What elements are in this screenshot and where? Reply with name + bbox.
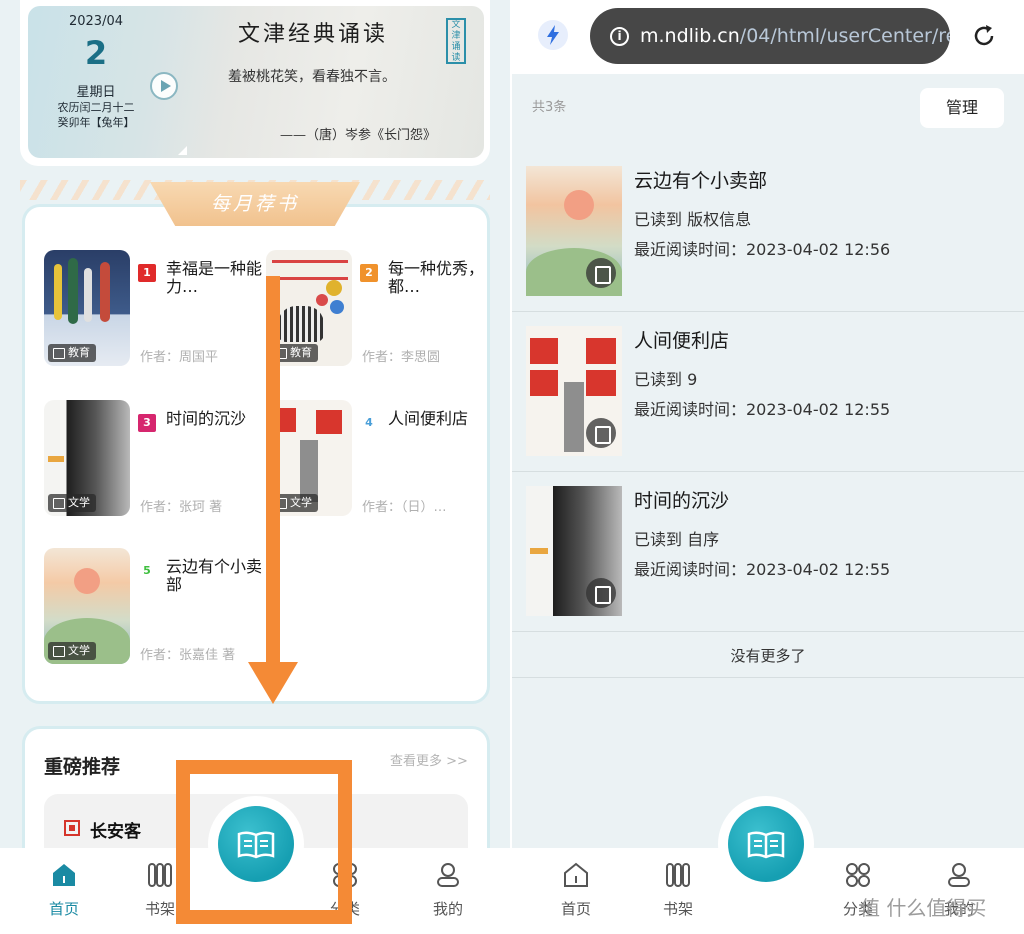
monthly-recommend-title: 每月荐书 bbox=[210, 193, 299, 215]
book-title[interactable]: 人间便利店 bbox=[388, 410, 484, 428]
category-tag: 教育 bbox=[48, 344, 96, 362]
rank-badge: 2 bbox=[360, 264, 378, 282]
rank-badge: 4 bbox=[360, 414, 378, 432]
corner-fold-icon bbox=[178, 146, 187, 155]
book-card[interactable]: 教育 2 每一种优秀，都… 作者：李思圆 bbox=[266, 250, 486, 380]
url-host: m.ndlib.cn bbox=[640, 25, 740, 47]
book-card[interactable]: 文学 3 时间的沉沙 作者：张珂 著 bbox=[44, 400, 264, 530]
nav-label: 我的 bbox=[432, 900, 463, 918]
book-cover[interactable]: 教育 bbox=[44, 250, 130, 366]
history-row[interactable]: 人间便利店 已读到 9 最近阅读时间：2023-04-02 12:55 bbox=[512, 314, 1024, 472]
book-title[interactable]: 每一种优秀，都… bbox=[388, 260, 484, 296]
book-card[interactable]: 文学 4 人间便利店 作者：（日）… bbox=[266, 400, 486, 530]
history-time: 最近阅读时间：2023-04-02 12:56 bbox=[634, 240, 891, 259]
home-icon bbox=[564, 862, 588, 887]
book-author: 作者：张珂 著 bbox=[140, 500, 223, 515]
history-time: 最近阅读时间：2023-04-02 12:55 bbox=[634, 400, 891, 419]
profile-icon bbox=[948, 863, 970, 887]
rank-badge: 3 bbox=[138, 414, 156, 432]
date-year-month: 2023/04 bbox=[68, 14, 123, 29]
book-author: 作者：李思圆 bbox=[362, 350, 441, 365]
nav-profile[interactable]: 我的 bbox=[413, 862, 483, 919]
daily-quote-source: ——（唐）岑参《长门怨》 bbox=[280, 128, 437, 143]
date-weekday: 星期日 bbox=[76, 85, 116, 100]
total-count: 共3条 bbox=[532, 100, 567, 115]
bookshelf-icon bbox=[666, 863, 690, 887]
featured-title: 重磅推荐 bbox=[44, 756, 121, 778]
rank-badge: 1 bbox=[138, 264, 156, 282]
rank-badge: 5 bbox=[138, 562, 156, 580]
daily-reading-card[interactable]: 2023/04 2 星期日 农历闰二月十二 癸卯年【兔年】 文津经典诵读 文津诵… bbox=[20, 0, 490, 166]
nav-home[interactable]: 首页 bbox=[541, 862, 611, 919]
reading-fab-button[interactable] bbox=[728, 806, 804, 882]
annotation-highlight-box bbox=[176, 760, 352, 924]
history-title[interactable]: 云边有个小卖部 bbox=[634, 166, 767, 193]
read-book-icon bbox=[586, 578, 616, 608]
featured-item-icon bbox=[64, 820, 80, 836]
nav-label: 书架 bbox=[662, 900, 693, 918]
history-row[interactable]: 时间的沉沙 已读到 自序 最近阅读时间：2023-04-02 12:55 bbox=[512, 474, 1024, 632]
book-author: 作者：周国平 bbox=[140, 350, 219, 365]
nav-bookshelf[interactable]: 书架 bbox=[643, 862, 713, 919]
category-icon bbox=[846, 863, 870, 887]
nav-label: 首页 bbox=[48, 900, 79, 918]
date-ganzhi: 癸卯年【兔年】 bbox=[57, 116, 135, 129]
open-book-icon bbox=[747, 831, 785, 859]
history-progress: 已读到 版权信息 bbox=[634, 210, 752, 229]
category-tag: 文学 bbox=[48, 494, 96, 512]
history-time: 最近阅读时间：2023-04-02 12:55 bbox=[634, 560, 891, 579]
book-cover[interactable]: 文学 bbox=[44, 400, 130, 516]
book-cover[interactable] bbox=[526, 326, 622, 456]
read-book-icon bbox=[586, 258, 616, 288]
category-tag: 文学 bbox=[48, 642, 96, 660]
book-author: 作者：张嘉佳 著 bbox=[140, 648, 236, 663]
annotation-arrow bbox=[266, 276, 280, 666]
nav-home[interactable]: 首页 bbox=[29, 862, 99, 919]
bookshelf-icon bbox=[148, 863, 172, 887]
featured-more-link[interactable]: 查看更多 >> bbox=[390, 750, 468, 769]
book-author: 作者：（日）… bbox=[362, 500, 447, 515]
reload-icon[interactable] bbox=[970, 22, 998, 50]
profile-icon bbox=[437, 863, 459, 887]
read-book-icon bbox=[586, 418, 616, 448]
book-cover[interactable]: 文学 bbox=[44, 548, 130, 664]
watermark: 值 什么值得买 bbox=[860, 896, 987, 920]
browser-toolbar: m.ndlib.cn/04/html/userCenter/rec i bbox=[512, 0, 1024, 74]
seal-logo: 文津 诵读 bbox=[446, 18, 466, 64]
history-progress: 已读到 9 bbox=[634, 370, 698, 389]
url-path: /04/html/userCenter/rec bbox=[739, 25, 950, 47]
daily-quote: 羞被桃花笑，看春独不言。 bbox=[228, 69, 396, 85]
date-column: 2023/04 2 星期日 农历闰二月十二 癸卯年【兔年】 bbox=[28, 6, 164, 158]
nav-label: 首页 bbox=[560, 900, 591, 918]
book-title[interactable]: 云边有个小卖部 bbox=[166, 558, 262, 594]
annotation-arrow-head bbox=[248, 662, 298, 704]
history-progress: 已读到 自序 bbox=[634, 530, 720, 549]
site-info-icon[interactable]: i bbox=[610, 27, 629, 46]
left-screenshot: 2023/04 2 星期日 农历闰二月十二 癸卯年【兔年】 文津经典诵读 文津诵… bbox=[0, 0, 510, 934]
book-card[interactable]: 教育 1 幸福是一种能力… 作者：周国平 bbox=[44, 250, 264, 380]
no-more-text: 没有更多了 bbox=[512, 634, 1024, 678]
book-cover[interactable] bbox=[526, 166, 622, 296]
book-cover[interactable] bbox=[526, 486, 622, 616]
book-card[interactable]: 文学 5 云边有个小卖部 作者：张嘉佳 著 bbox=[44, 548, 264, 678]
featured-item-name[interactable]: 长安客 bbox=[90, 817, 141, 842]
address-bar[interactable]: m.ndlib.cn/04/html/userCenter/rec bbox=[590, 8, 950, 64]
history-row[interactable]: 云边有个小卖部 已读到 版权信息 最近阅读时间：2023-04-02 12:56 bbox=[512, 154, 1024, 312]
book-title[interactable]: 时间的沉沙 bbox=[166, 410, 262, 428]
date-lunar: 农历闰二月十二 bbox=[57, 101, 135, 114]
manage-button[interactable]: 管理 bbox=[920, 88, 1004, 128]
history-title[interactable]: 人间便利店 bbox=[634, 326, 729, 353]
date-day: 2 bbox=[84, 34, 108, 72]
daily-title: 文津经典诵读 bbox=[238, 22, 389, 47]
right-screenshot: m.ndlib.cn/04/html/userCenter/rec i 共3条 … bbox=[512, 0, 1024, 934]
history-title[interactable]: 时间的沉沙 bbox=[634, 486, 729, 513]
flash-icon[interactable] bbox=[538, 20, 568, 50]
daily-reading-banner[interactable]: 2023/04 2 星期日 农历闰二月十二 癸卯年【兔年】 文津经典诵读 文津诵… bbox=[28, 6, 484, 158]
home-icon bbox=[53, 864, 75, 886]
book-title[interactable]: 幸福是一种能力… bbox=[166, 260, 262, 296]
play-audio-button[interactable] bbox=[150, 72, 178, 100]
